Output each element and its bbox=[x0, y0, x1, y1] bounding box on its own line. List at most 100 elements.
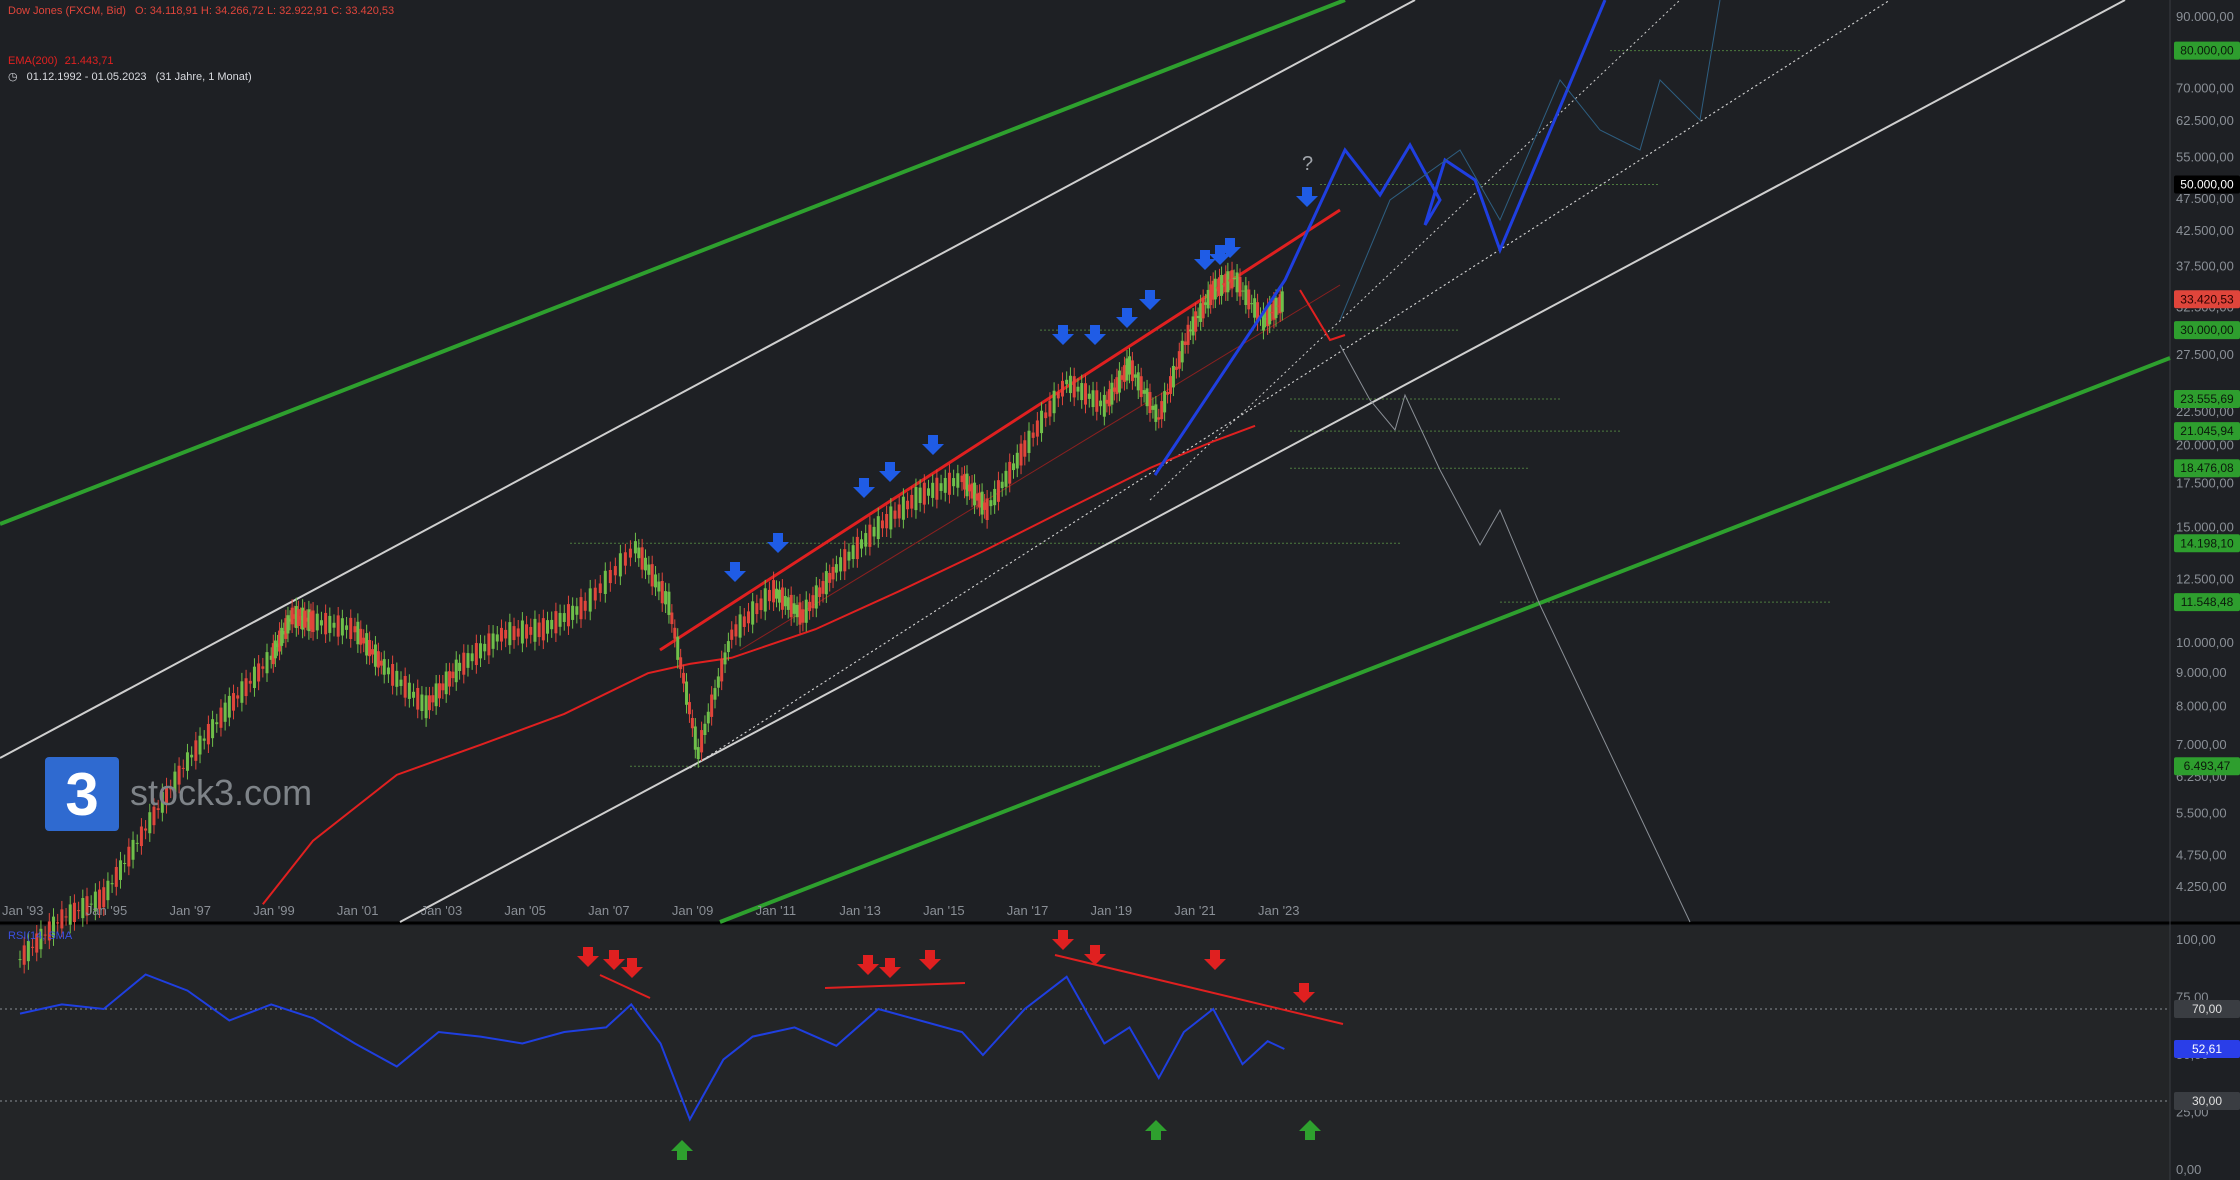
price-tag-label: 11.548,48 bbox=[2181, 595, 2234, 609]
candle-body bbox=[759, 598, 763, 611]
candle-body bbox=[1060, 380, 1064, 397]
candle-body bbox=[420, 694, 424, 712]
x-tick-label: Jan '17 bbox=[1007, 903, 1049, 918]
candle-body bbox=[56, 922, 60, 924]
candle-body bbox=[637, 547, 641, 559]
y-tick-label: 10.000,00 bbox=[2176, 635, 2234, 650]
candle-body bbox=[466, 653, 470, 668]
ema-legend[interactable]: EMA(200) 21.443,71 bbox=[8, 55, 120, 67]
candle-body bbox=[520, 620, 524, 644]
candle-body bbox=[1011, 463, 1015, 471]
candle-body bbox=[68, 904, 72, 925]
candle-body bbox=[855, 536, 859, 560]
candle-body bbox=[851, 545, 855, 560]
y-tick-label: 42.500,00 bbox=[2176, 223, 2234, 238]
candle-body bbox=[359, 628, 363, 645]
candle-body bbox=[81, 898, 85, 919]
candle-body bbox=[223, 702, 227, 722]
price-tag-label: 14.198,10 bbox=[2180, 536, 2234, 550]
candle-body bbox=[808, 601, 812, 612]
candle-body bbox=[1274, 297, 1278, 319]
rsi-current-tag: 52,61 bbox=[2174, 1040, 2240, 1058]
candle-body bbox=[403, 675, 407, 698]
candle-body bbox=[376, 651, 380, 668]
price-tag-label: 21.045,94 bbox=[2180, 424, 2234, 438]
rsi-oversold-tag: 30,00 bbox=[2174, 1092, 2240, 1110]
candle-body bbox=[847, 551, 851, 561]
x-tick-label: Jan '19 bbox=[1091, 903, 1133, 918]
candle-body bbox=[444, 671, 448, 695]
candle-body bbox=[922, 482, 926, 505]
sell-arrow-icon bbox=[853, 478, 875, 498]
ohlc-values: O: 34.118,91 H: 34.266,72 L: 32.922,91 C… bbox=[135, 5, 395, 17]
candle-body bbox=[828, 572, 832, 583]
candle-body bbox=[336, 615, 340, 637]
candle-body bbox=[1099, 400, 1103, 407]
x-tick-label: Jan '09 bbox=[672, 903, 714, 918]
candle-body bbox=[1139, 376, 1143, 398]
candle-body bbox=[679, 657, 683, 670]
candle-body bbox=[647, 564, 651, 575]
candle-body bbox=[566, 604, 570, 627]
candle-body bbox=[775, 588, 779, 599]
candle-body bbox=[181, 767, 185, 769]
candle-body bbox=[1044, 412, 1048, 419]
candle-body bbox=[608, 569, 612, 584]
candle-body bbox=[1072, 376, 1076, 398]
candle-body bbox=[399, 679, 403, 687]
candle-body bbox=[273, 640, 277, 659]
candle-body bbox=[395, 670, 399, 687]
candle-body bbox=[1068, 375, 1072, 394]
candle-body bbox=[550, 619, 554, 630]
candle-body bbox=[1084, 383, 1088, 405]
candle-body bbox=[1145, 388, 1149, 407]
x-tick-label: Jan '93 bbox=[2, 903, 44, 918]
candle-body bbox=[114, 866, 118, 887]
candle-body bbox=[583, 600, 587, 611]
candle-body bbox=[1226, 271, 1230, 293]
instrument-name[interactable]: Dow Jones (FXCM, Bid) bbox=[8, 5, 126, 17]
candle-body bbox=[818, 587, 822, 597]
period-note: (31 Jahre, 1 Monat) bbox=[155, 71, 252, 83]
candle-body bbox=[716, 676, 720, 688]
candle-body bbox=[876, 516, 880, 540]
candle-body bbox=[676, 636, 680, 660]
candle-body bbox=[710, 694, 714, 717]
candle-body bbox=[579, 597, 583, 620]
logo-text: stock3.com bbox=[130, 772, 313, 813]
candle-body bbox=[412, 691, 416, 698]
price-tag-label: 6.493,47 bbox=[2184, 759, 2231, 773]
candle-body bbox=[558, 612, 562, 627]
candle-body bbox=[664, 591, 668, 605]
candle-body bbox=[1076, 386, 1080, 392]
candle-body bbox=[1151, 405, 1155, 410]
candle-body bbox=[1102, 394, 1106, 417]
candle-body bbox=[943, 478, 947, 493]
candle-body bbox=[860, 539, 864, 549]
y-tick-label: 90.000,00 bbox=[2176, 9, 2234, 24]
candle-body bbox=[248, 680, 252, 684]
chart-canvas[interactable]: ? Jan '93 Jan '95 Jan '97 Jan '99 Jan '01 Jan … bbox=[0, 0, 2240, 1180]
price-tag-label: 23.555,69 bbox=[2180, 392, 2234, 406]
candle-body bbox=[767, 589, 771, 602]
sell-arrow-icon bbox=[724, 562, 746, 582]
x-tick-label: Jan '21 bbox=[1174, 903, 1216, 918]
candle-body bbox=[349, 617, 353, 640]
chart-root: ? Jan '93 Jan '95 Jan '97 Jan '99 Jan '01 Jan … bbox=[0, 0, 2240, 1180]
candle-body bbox=[814, 585, 818, 609]
candle-body bbox=[424, 695, 428, 719]
candle-body bbox=[685, 681, 689, 705]
candle-body bbox=[690, 717, 694, 729]
candle-body bbox=[194, 740, 198, 761]
candle-body bbox=[910, 494, 914, 509]
candle-body bbox=[1004, 470, 1008, 487]
rsi-legend[interactable]: RSI(14, SMA bbox=[8, 930, 78, 942]
candle-body bbox=[319, 620, 323, 626]
rsi-panel bbox=[0, 926, 2170, 1180]
candle-body bbox=[541, 618, 545, 641]
candle-body bbox=[795, 604, 799, 618]
candle-body bbox=[618, 553, 622, 577]
y-tick-label: 37.500,00 bbox=[2176, 258, 2234, 273]
candle-body bbox=[1117, 370, 1121, 393]
x-tick-label: Jan '15 bbox=[923, 903, 965, 918]
